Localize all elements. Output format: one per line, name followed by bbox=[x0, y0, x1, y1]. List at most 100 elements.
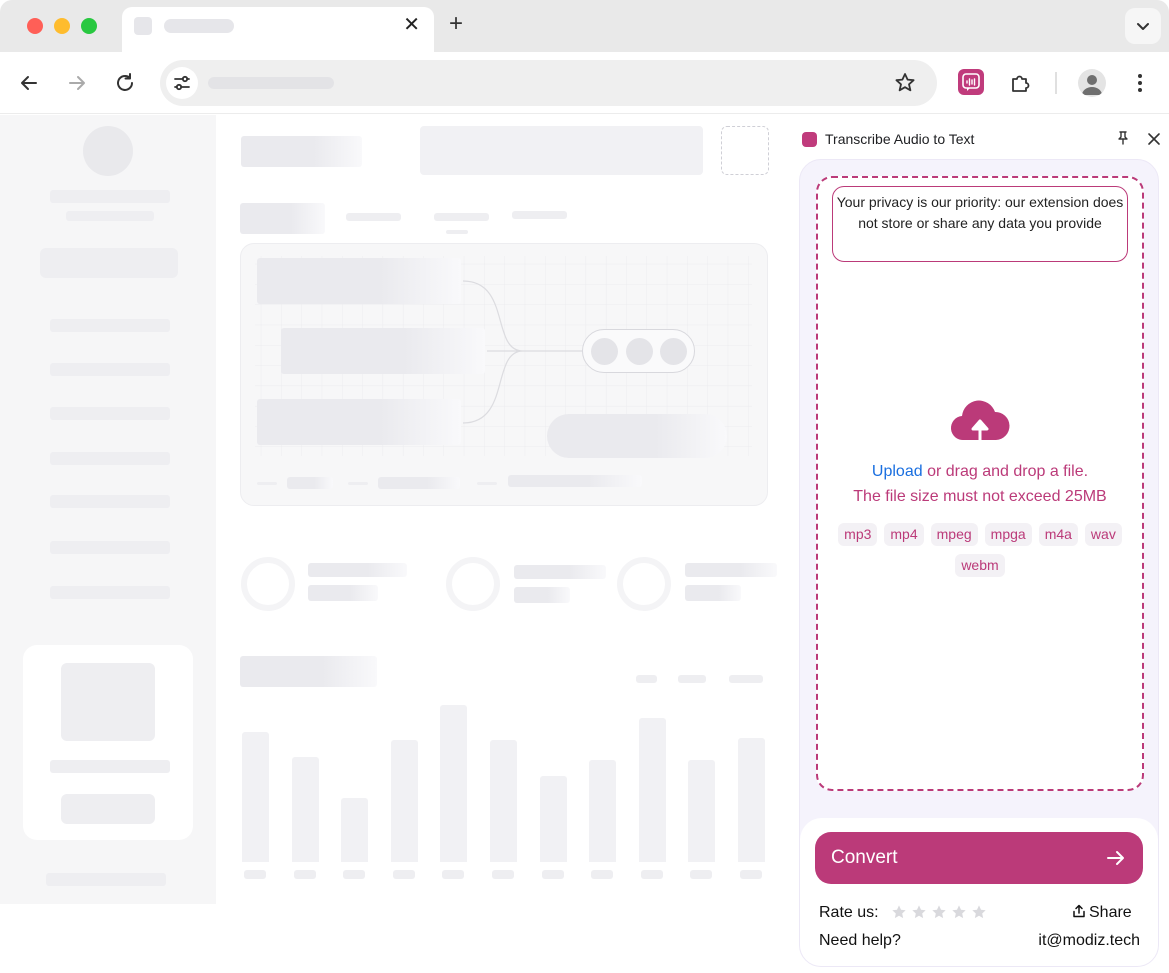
maximize-window-button[interactable] bbox=[81, 18, 97, 34]
profile-button[interactable] bbox=[1078, 69, 1106, 97]
tab-strip: ✕ + bbox=[0, 0, 1169, 52]
rate-label: Rate us: bbox=[819, 904, 879, 921]
skeleton-pill bbox=[582, 329, 695, 373]
transcribe-logo-icon bbox=[802, 132, 817, 147]
forward-icon[interactable] bbox=[65, 71, 89, 95]
address-bar[interactable] bbox=[160, 60, 937, 106]
share-label: Share bbox=[1089, 904, 1132, 921]
reload-icon[interactable] bbox=[113, 71, 137, 95]
skeleton-bar-label bbox=[591, 870, 614, 879]
skeleton-tab-indicator bbox=[446, 230, 468, 234]
skeleton-heading bbox=[240, 656, 377, 687]
skeleton-line bbox=[685, 585, 741, 601]
skeleton-legend bbox=[678, 675, 706, 683]
skeleton-line bbox=[50, 760, 170, 773]
skeleton-stat-ring bbox=[446, 557, 500, 611]
back-icon[interactable] bbox=[17, 71, 41, 95]
format-chip-mp3: mp3 bbox=[838, 523, 878, 546]
site-settings-button[interactable] bbox=[166, 67, 198, 99]
pin-icon[interactable] bbox=[1116, 130, 1130, 146]
skeleton-bar bbox=[341, 798, 369, 862]
skeleton-bar bbox=[589, 760, 617, 862]
skeleton-legend bbox=[636, 675, 657, 683]
format-chip-wav: wav bbox=[1084, 523, 1122, 546]
skeleton-nav-item bbox=[50, 363, 170, 376]
browser-tab[interactable]: ✕ bbox=[122, 7, 434, 52]
skeleton-line bbox=[514, 565, 606, 579]
skeleton-tab bbox=[240, 203, 325, 234]
skeleton-heading bbox=[241, 136, 362, 167]
skeleton-tab bbox=[512, 211, 567, 219]
drag-drop-text: or drag and drop a file. bbox=[922, 463, 1089, 480]
skeleton-diagram bbox=[240, 243, 768, 506]
tab-title-placeholder bbox=[164, 19, 234, 33]
minimize-window-button[interactable] bbox=[54, 18, 70, 34]
skeleton-icon-box bbox=[721, 126, 769, 175]
skeleton-nav-item bbox=[50, 586, 170, 599]
skeleton-node bbox=[257, 399, 461, 445]
url-placeholder bbox=[208, 77, 334, 89]
new-tab-button[interactable]: + bbox=[449, 12, 463, 36]
skeleton-legend bbox=[257, 482, 277, 485]
format-chip-webm: webm bbox=[955, 554, 1005, 577]
skeleton-image bbox=[61, 663, 155, 741]
help-label: Need help? bbox=[819, 932, 901, 949]
star-icon[interactable] bbox=[951, 904, 967, 920]
close-icon[interactable] bbox=[1147, 132, 1161, 146]
skeleton-legend bbox=[348, 482, 368, 485]
skeleton-legend bbox=[508, 475, 642, 487]
browser-window: ✕ + Transcribe Audio to Text Your privac… bbox=[0, 0, 1169, 973]
skeleton-bar-label bbox=[442, 870, 465, 879]
privacy-notice: Your privacy is our priority: our extens… bbox=[832, 186, 1128, 262]
skeleton-nav-item bbox=[50, 495, 170, 508]
skeleton-stat-ring bbox=[241, 557, 295, 611]
skeleton-button bbox=[61, 794, 155, 824]
kebab-menu-icon[interactable] bbox=[1128, 71, 1152, 95]
skeleton-button bbox=[40, 248, 178, 278]
star-icon[interactable] bbox=[891, 904, 907, 920]
skeleton-bar-label bbox=[492, 870, 514, 879]
tab-favicon bbox=[134, 17, 152, 35]
skeleton-pill bbox=[547, 414, 727, 458]
convert-button[interactable]: Convert bbox=[815, 832, 1143, 884]
file-size-limit: The file size must not exceed 25MB bbox=[853, 488, 1107, 505]
close-window-button[interactable] bbox=[27, 18, 43, 34]
bookmark-star-icon[interactable] bbox=[893, 71, 917, 95]
skeleton-bar bbox=[242, 732, 269, 862]
transcribe-extension-button[interactable] bbox=[958, 69, 984, 95]
puzzle-extensions-icon[interactable] bbox=[1008, 71, 1032, 95]
tab-search-button[interactable] bbox=[1125, 8, 1161, 44]
skeleton-stat-ring bbox=[617, 557, 671, 611]
skeleton-node bbox=[281, 328, 485, 374]
star-icon[interactable] bbox=[931, 904, 947, 920]
star-icon[interactable] bbox=[971, 904, 987, 920]
upload-link[interactable]: Upload bbox=[872, 463, 923, 480]
format-chip-mp4: mp4 bbox=[884, 523, 924, 546]
skeleton-bar bbox=[490, 740, 517, 862]
skeleton-nav-item bbox=[50, 452, 170, 465]
rating-stars[interactable] bbox=[891, 904, 987, 920]
tab-close-button[interactable]: ✕ bbox=[403, 15, 420, 35]
star-icon[interactable] bbox=[911, 904, 927, 920]
skeleton-line bbox=[514, 587, 570, 603]
skeleton-tab bbox=[434, 213, 489, 221]
arrow-right-icon bbox=[1107, 851, 1124, 865]
skeleton-legend bbox=[378, 477, 460, 489]
skeleton-line bbox=[308, 585, 378, 601]
skeleton-bar-label bbox=[541, 870, 564, 879]
skeleton-legend bbox=[477, 482, 497, 485]
format-chip-mpga: mpga bbox=[984, 523, 1032, 546]
skeleton-line bbox=[308, 563, 407, 577]
convert-label: Convert bbox=[831, 847, 898, 868]
skeleton-node bbox=[257, 258, 461, 304]
skeleton-nav-item bbox=[50, 319, 170, 332]
cloud-upload-icon[interactable] bbox=[950, 398, 1010, 442]
avatar-placeholder bbox=[83, 126, 133, 176]
skeleton-bar-label bbox=[640, 870, 663, 879]
format-chip-list: mp3 mp4 mpeg mpga m4a wav webm bbox=[838, 523, 1122, 577]
file-dropzone[interactable]: Your privacy is our priority: our extens… bbox=[816, 176, 1144, 791]
share-button[interactable]: Share bbox=[1072, 904, 1132, 922]
help-email-link[interactable]: it@modiz.tech bbox=[1022, 932, 1140, 950]
skeleton-bar bbox=[291, 757, 319, 862]
skeleton-nav-item bbox=[50, 407, 170, 420]
